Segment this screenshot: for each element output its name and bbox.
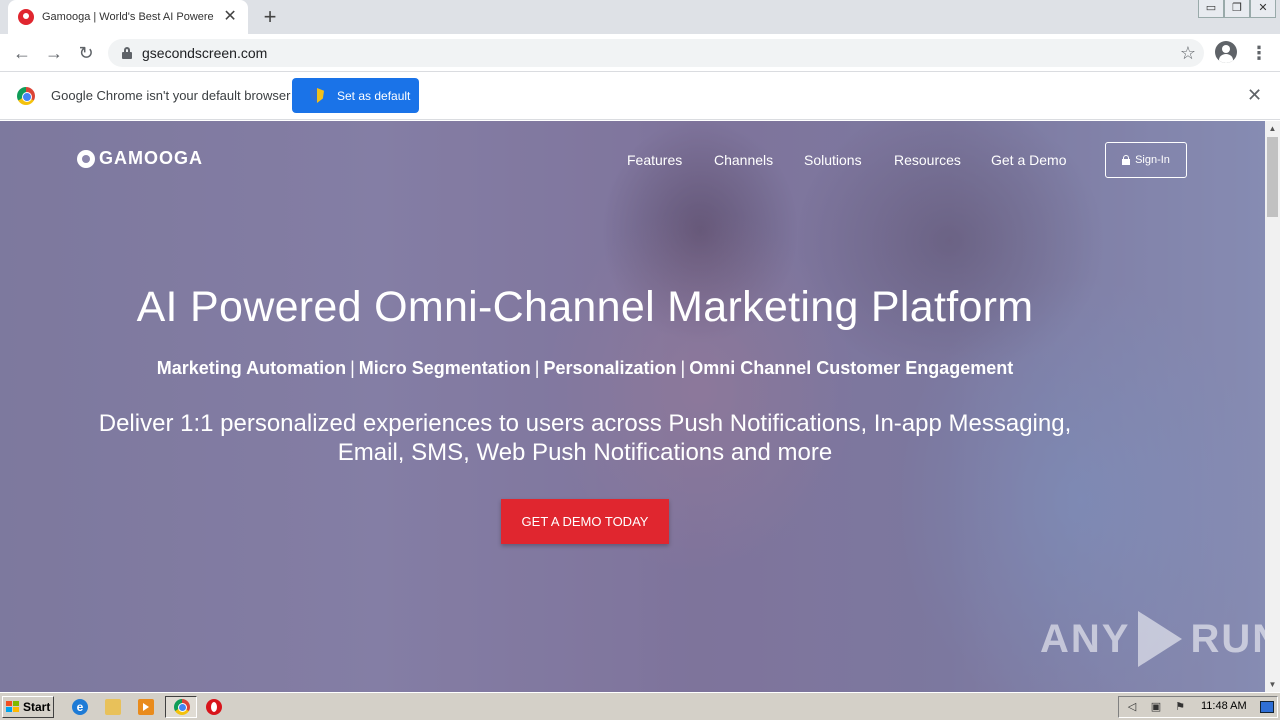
chrome-menu-icon[interactable]: ⋮ xyxy=(1250,40,1268,66)
feature-omni-channel: Omni Channel Customer Engagement xyxy=(689,358,1014,378)
start-label: Start xyxy=(23,700,51,714)
forward-button[interactable]: → xyxy=(41,40,67,66)
browser-toolbar: ← → ↻ gsecondscreen.com ☆ ⋮ xyxy=(0,34,1280,72)
sign-in-label: Sign-In xyxy=(1135,154,1170,166)
sign-in-button[interactable]: Sign-In xyxy=(1105,142,1187,178)
tab-gamooga[interactable]: Gamooga | World's Best AI Powered ✕ xyxy=(8,0,248,34)
taskbar-chrome-button[interactable] xyxy=(165,696,197,718)
taskbar-clock[interactable]: 11:48 AM xyxy=(1201,700,1247,712)
reload-button[interactable]: ↻ xyxy=(73,40,99,66)
tab-title: Gamooga | World's Best AI Powered xyxy=(42,11,215,23)
tab-strip: Gamooga | World's Best AI Powered ✕ + ▭ … xyxy=(0,0,1280,34)
new-tab-button[interactable]: + xyxy=(258,5,282,29)
anyrun-watermark: ANY RUN xyxy=(1040,611,1265,667)
nav-solutions[interactable]: Solutions xyxy=(804,152,862,168)
hero-subheadline: Marketing Automation | Micro Segmentation |… xyxy=(0,358,1170,379)
infobar-message: Google Chrome isn't your default browser xyxy=(51,88,291,103)
hero-description: Deliver 1:1 personalized experiences to … xyxy=(0,409,1170,467)
nav-get-a-demo[interactable]: Get a Demo xyxy=(991,152,1066,168)
window-controls: ▭ ❐ ✕ xyxy=(1198,0,1276,18)
close-window-button[interactable]: ✕ xyxy=(1250,0,1276,18)
chrome-icon xyxy=(174,699,190,715)
back-button[interactable]: ← xyxy=(9,40,35,66)
separator: | xyxy=(680,358,686,378)
address-bar[interactable]: gsecondscreen.com ☆ xyxy=(108,39,1204,67)
lock-icon xyxy=(1122,155,1131,165)
set-as-default-button[interactable]: Set as default xyxy=(292,78,419,113)
tab-close-icon[interactable]: ✕ xyxy=(222,9,238,25)
restore-button[interactable]: ❐ xyxy=(1224,0,1250,18)
minimize-button[interactable]: ▭ xyxy=(1198,0,1224,18)
url-text[interactable]: gsecondscreen.com xyxy=(142,45,267,61)
separator: | xyxy=(350,358,355,378)
internet-explorer-icon[interactable]: e xyxy=(72,699,88,715)
set-as-default-label: Set as default xyxy=(337,88,411,103)
page-scrollbar[interactable]: ▲ ▼ xyxy=(1265,121,1280,692)
action-center-flag-icon[interactable]: ⚑ xyxy=(1173,700,1187,714)
scroll-down-arrow-icon[interactable]: ▼ xyxy=(1265,677,1280,692)
media-player-icon[interactable] xyxy=(138,699,154,715)
uac-shield-icon xyxy=(310,88,324,103)
infobar-close-icon[interactable]: ✕ xyxy=(1247,85,1262,105)
separator: | xyxy=(534,358,540,378)
nav-features[interactable]: Features xyxy=(627,152,682,168)
watermark-left: ANY xyxy=(1040,616,1131,661)
network-icon[interactable]: ▣ xyxy=(1149,700,1163,714)
nav-channels[interactable]: Channels xyxy=(714,152,773,168)
nav-resources[interactable]: Resources xyxy=(894,152,961,168)
file-explorer-icon[interactable] xyxy=(105,699,121,715)
feature-marketing-automation: Marketing Automation xyxy=(156,358,347,378)
windows-taskbar: Start e ◁ ▣ ⚑ 11:48 AM xyxy=(0,692,1280,720)
hero-headline: AI Powered Omni-Channel Marketing Platfo… xyxy=(136,283,1034,331)
default-browser-infobar: Google Chrome isn't your default browser… xyxy=(0,72,1280,120)
gamooga-logo[interactable]: GAMOOGA xyxy=(77,148,203,169)
opera-icon[interactable] xyxy=(206,699,222,715)
windows-logo-icon xyxy=(6,701,20,713)
bookmark-star-icon[interactable]: ☆ xyxy=(1180,42,1196,64)
start-button[interactable]: Start xyxy=(2,696,54,718)
description-line-1: Deliver 1:1 personalized experiences to … xyxy=(98,410,1072,437)
gamooga-favicon-icon xyxy=(18,9,34,25)
scroll-up-arrow-icon[interactable]: ▲ xyxy=(1265,121,1280,136)
show-desktop-icon[interactable] xyxy=(1260,701,1274,713)
play-icon xyxy=(1138,611,1183,667)
watermark-right: RUN xyxy=(1190,616,1265,661)
scroll-thumb[interactable] xyxy=(1267,137,1278,217)
page-hero: GAMOOGA Features Channels Solutions Reso… xyxy=(0,121,1265,692)
feature-micro-segmentation: Micro Segmentation xyxy=(358,358,531,378)
get-a-demo-today-button[interactable]: GET A DEMO TODAY xyxy=(501,499,669,544)
chrome-logo-icon xyxy=(17,87,35,105)
gamooga-logo-icon xyxy=(77,149,95,168)
system-tray: ◁ ▣ ⚑ 11:48 AM xyxy=(1118,696,1278,718)
description-line-2: Email, SMS, Web Push Notifications and m… xyxy=(337,439,833,466)
profile-icon[interactable] xyxy=(1215,41,1237,63)
logo-text: GAMOOGA xyxy=(99,148,203,168)
volume-icon[interactable]: ◁ xyxy=(1125,700,1139,714)
lock-icon[interactable] xyxy=(122,47,132,59)
feature-personalization: Personalization xyxy=(543,358,677,378)
